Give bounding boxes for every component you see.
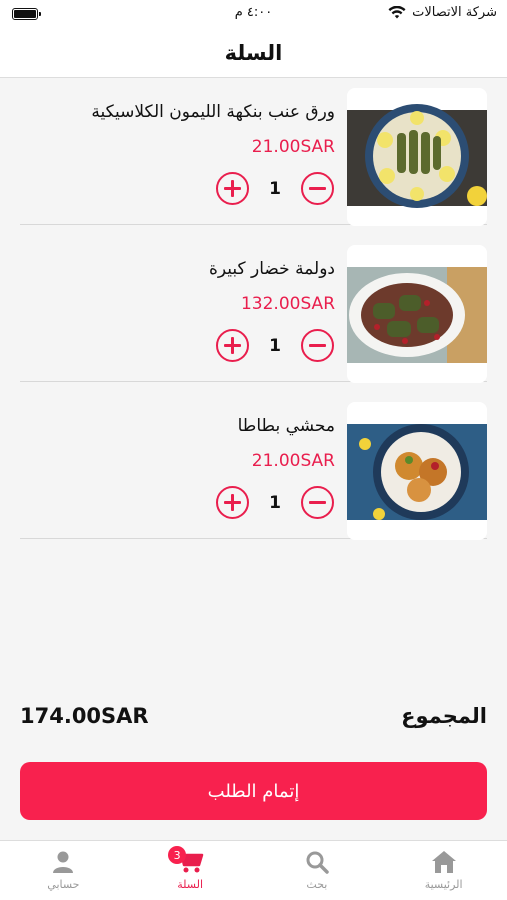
tab-cart[interactable]: 3 السلة <box>127 841 254 900</box>
item-name: دولمة خضار كبيرة <box>209 259 335 279</box>
increase-quantity-button[interactable] <box>216 486 249 519</box>
quantity-stepper: 1 <box>216 486 334 519</box>
total-value: 174.00SAR <box>20 704 149 728</box>
tab-label: الرئيسية <box>424 878 463 891</box>
quantity-stepper: 1 <box>216 172 334 205</box>
decrease-quantity-button[interactable] <box>301 172 334 205</box>
tab-account[interactable]: حسابي <box>0 841 127 900</box>
item-name: ورق عنب بنكهة الليمون الكلاسيكية <box>91 102 335 122</box>
increase-quantity-button[interactable] <box>216 329 249 362</box>
item-price: 132.00SAR <box>240 294 335 314</box>
cart-item: دولمة خضار كبيرة 132.00SAR 1 <box>20 237 487 383</box>
item-price: 21.00SAR <box>251 451 335 471</box>
user-icon <box>53 851 74 873</box>
cart-count-badge: 3 <box>168 846 187 864</box>
wifi-icon <box>388 6 406 19</box>
header: السلة <box>0 28 507 78</box>
decrease-quantity-button[interactable] <box>301 329 334 362</box>
grape-leaves-dish-image <box>347 88 487 226</box>
page-title: السلة <box>224 40 283 65</box>
quantity-stepper: 1 <box>216 329 334 362</box>
status-time: ٤:٠٠ م <box>234 5 273 20</box>
stuffed-potato-dish-image <box>347 402 487 540</box>
carrier-name: شركة الاتصالات <box>412 5 497 20</box>
tab-label: السلة <box>177 878 204 891</box>
status-bar: شركة الاتصالات ٤:٠٠ م <box>0 0 507 28</box>
checkout-button[interactable]: إتمام الطلب <box>20 762 487 820</box>
increase-quantity-button[interactable] <box>216 172 249 205</box>
cart-item: ورق عنب بنكهة الليمون الكلاسيكية 21.00SA… <box>20 80 487 226</box>
battery-icon <box>12 8 41 20</box>
quantity-value: 1 <box>269 178 281 199</box>
quantity-value: 1 <box>269 492 281 513</box>
tab-home[interactable]: الرئيسية <box>380 841 507 900</box>
status-carrier-group: شركة الاتصالات <box>388 5 497 20</box>
search-icon <box>306 851 329 874</box>
cart-item: محشي بطاطا 21.00SAR 1 <box>20 394 487 540</box>
item-name: محشي بطاطا <box>237 416 335 436</box>
item-price: 21.00SAR <box>251 137 335 157</box>
vegetable-dolma-dish-image <box>347 245 487 383</box>
total-label: المجموع <box>401 704 487 728</box>
tab-search[interactable]: بحث <box>254 841 381 900</box>
tab-label: بحث <box>306 878 328 891</box>
decrease-quantity-button[interactable] <box>301 486 334 519</box>
quantity-value: 1 <box>269 335 281 356</box>
tab-label: حسابي <box>47 878 80 891</box>
home-icon <box>431 851 456 873</box>
tab-bar: الرئيسية بحث 3 السلة حسابي <box>0 840 507 900</box>
